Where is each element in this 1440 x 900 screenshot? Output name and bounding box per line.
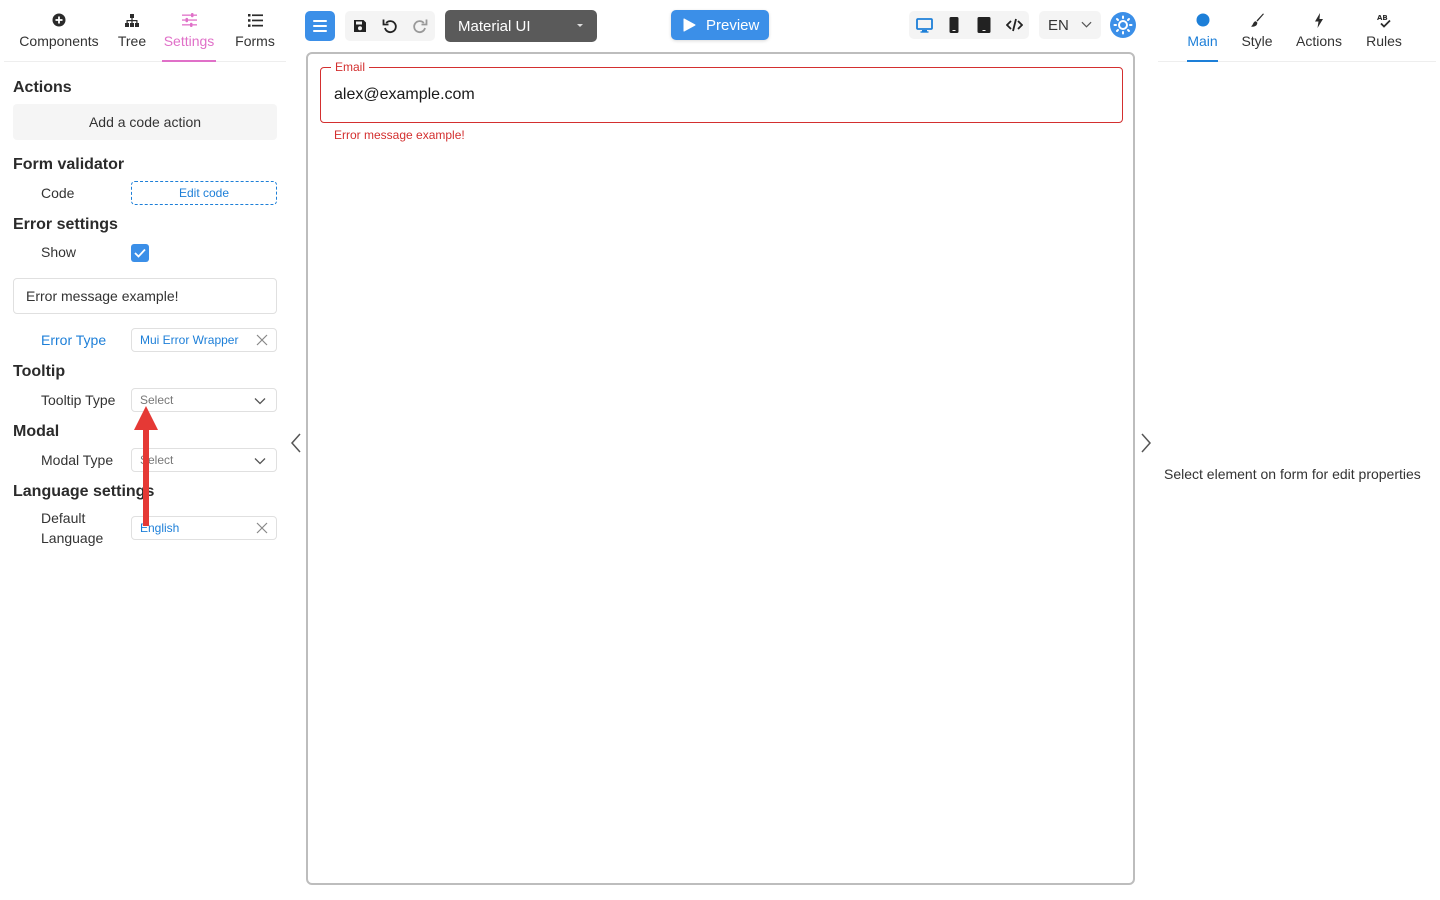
brush-icon (1250, 12, 1265, 28)
save-button[interactable] (350, 16, 370, 36)
show-label: Show (41, 244, 77, 260)
email-error-message: Error message example! (334, 128, 465, 142)
chevron-down-icon (1081, 21, 1092, 28)
tooltip-type-placeholder: Select (140, 393, 174, 407)
sliders-icon (181, 12, 197, 28)
tab-components-label: Components (19, 33, 99, 49)
svg-text:AB: AB (1377, 14, 1388, 22)
clear-icon[interactable] (256, 522, 268, 534)
tablet-view-button[interactable] (974, 15, 994, 35)
chevron-down-icon (254, 458, 266, 465)
list-icon (247, 12, 263, 28)
tooltip-section-title: Tooltip (13, 363, 66, 380)
email-field[interactable]: Email alex@example.com (320, 60, 1123, 123)
modal-type-label: Modal Type (41, 452, 114, 468)
ui-library-value: Material UI (458, 17, 531, 35)
desktop-icon (915, 17, 933, 33)
circle-icon (1196, 12, 1210, 28)
modal-section-title: Modal (13, 423, 60, 440)
edit-code-button[interactable]: Edit code (131, 181, 277, 205)
desktop-view-button[interactable] (914, 15, 934, 35)
tab-settings-label: Settings (163, 33, 215, 49)
code-label: Code (41, 185, 75, 201)
play-icon (683, 18, 696, 32)
ui-library-select[interactable]: Material UI (445, 10, 597, 42)
preview-button[interactable]: Preview (671, 10, 769, 40)
default-language-label-line1: Default (41, 510, 86, 526)
device-switcher (909, 11, 1029, 39)
sitemap-icon (125, 12, 139, 28)
error-settings-section-title: Error settings (13, 216, 118, 233)
checkmark-icon (134, 248, 146, 258)
tab-main[interactable]: Main (1187, 0, 1218, 62)
sun-icon (1113, 15, 1133, 35)
tab-actions-label: Actions (1296, 33, 1342, 49)
right-panel-hint: Select element on form for edit properti… (1164, 466, 1421, 482)
mobile-view-button[interactable] (944, 15, 964, 35)
left-panel: Components Tree Settings Forms Actions A… (0, 0, 290, 900)
menu-button[interactable] (305, 11, 335, 41)
collapse-right-panel-icon[interactable] (1138, 431, 1154, 455)
caret-down-icon (577, 24, 583, 27)
annotation-arrow-icon (134, 406, 158, 526)
bolt-icon (1314, 12, 1324, 28)
file-actions-group (345, 11, 435, 41)
email-field-value: alex@example.com (334, 86, 475, 103)
language-select[interactable]: EN (1039, 11, 1101, 39)
add-code-action-button[interactable]: Add a code action (13, 104, 277, 140)
code-icon (1005, 18, 1023, 32)
collapse-left-panel-icon[interactable] (288, 431, 304, 455)
tab-main-label: Main (1187, 33, 1218, 49)
redo-button[interactable] (410, 16, 430, 36)
code-view-button[interactable] (1003, 15, 1025, 35)
tab-forms[interactable]: Forms (232, 0, 278, 62)
form-builder-app: Components Tree Settings Forms Actions A… (0, 0, 1440, 900)
error-type-value: Mui Error Wrapper (140, 333, 239, 347)
error-type-select[interactable]: Mui Error Wrapper (131, 328, 277, 352)
active-tab-indicator (162, 60, 216, 62)
mobile-icon (949, 17, 959, 33)
hamburger-icon (313, 20, 327, 32)
tooltip-type-label: Tooltip Type (41, 392, 116, 408)
tab-components[interactable]: Components (14, 0, 104, 62)
clear-icon[interactable] (256, 334, 268, 346)
email-field-label: Email (331, 60, 370, 74)
left-tab-bar: Components Tree Settings Forms (4, 0, 286, 62)
plus-circle-icon (52, 12, 66, 28)
tab-tree[interactable]: Tree (112, 0, 152, 62)
tab-forms-label: Forms (235, 33, 275, 49)
undo-button[interactable] (380, 16, 400, 36)
chevron-down-icon (254, 398, 266, 405)
spellcheck-icon: AB (1376, 12, 1392, 28)
undo-icon (382, 19, 397, 34)
active-tab-indicator (1187, 60, 1218, 62)
tab-rules-label: Rules (1366, 33, 1402, 49)
tab-style-label: Style (1241, 33, 1273, 49)
tab-actions[interactable]: Actions (1294, 0, 1344, 62)
tab-settings[interactable]: Settings (162, 0, 216, 62)
preview-label: Preview (706, 16, 760, 34)
tab-tree-label: Tree (117, 33, 147, 49)
actions-section-title: Actions (13, 79, 72, 96)
form-canvas[interactable]: Email alex@example.com Error message exa… (306, 52, 1135, 885)
default-language-label-line2: Language (41, 530, 104, 546)
error-type-label: Error Type (41, 332, 107, 348)
language-value: EN (1048, 16, 1069, 34)
tab-style[interactable]: Style (1239, 0, 1275, 62)
right-tab-bar: Main Style Actions AB Rules (1158, 0, 1436, 62)
theme-toggle-button[interactable] (1110, 12, 1136, 38)
redo-icon (413, 19, 428, 34)
save-icon (354, 20, 366, 32)
tab-rules[interactable]: AB Rules (1364, 0, 1404, 62)
form-validator-section-title: Form validator (13, 156, 125, 173)
show-error-checkbox[interactable] (131, 244, 149, 262)
error-message-input[interactable]: Error message example! (13, 278, 277, 314)
tablet-icon (977, 17, 991, 33)
